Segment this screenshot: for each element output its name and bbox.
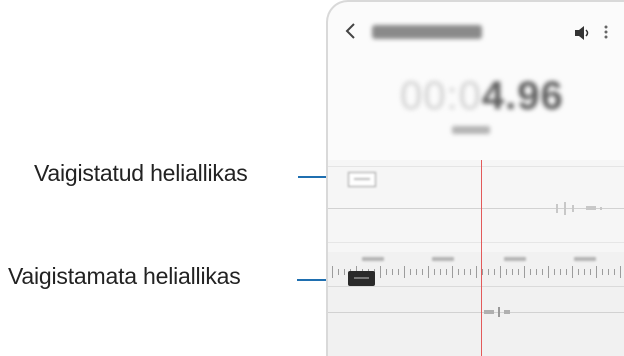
ruler-time-mark bbox=[574, 257, 596, 261]
ruler-tick bbox=[398, 269, 399, 275]
ruler-tick bbox=[464, 269, 465, 275]
ruler-time-mark bbox=[432, 257, 454, 261]
ruler-tick bbox=[584, 269, 585, 275]
ruler-tick bbox=[404, 266, 405, 278]
callout-muted-source: Vaigistatud heliallikas bbox=[34, 160, 248, 186]
ruler-tick bbox=[470, 269, 471, 275]
elapsed-subtime bbox=[452, 126, 490, 134]
ruler-tick bbox=[530, 269, 531, 275]
ruler-tick bbox=[542, 269, 543, 275]
ruler-tick bbox=[476, 266, 477, 278]
page-title bbox=[372, 25, 482, 39]
ruler-tick bbox=[488, 269, 489, 275]
ruler-tick bbox=[392, 269, 393, 275]
ruler-tick bbox=[536, 269, 537, 275]
unmuted-source-label[interactable] bbox=[348, 271, 375, 286]
ruler-time-mark bbox=[362, 257, 384, 261]
ruler-tick bbox=[434, 269, 435, 275]
track-line bbox=[328, 208, 624, 209]
ruler-tick bbox=[338, 269, 339, 275]
elapsed-time: 00:04.96 bbox=[400, 74, 564, 118]
ruler-tick bbox=[500, 266, 501, 278]
waveform-segment bbox=[564, 202, 566, 215]
playhead[interactable] bbox=[481, 160, 482, 356]
ruler-tick bbox=[332, 266, 333, 278]
waveform-segment bbox=[600, 207, 602, 210]
track-line bbox=[328, 242, 624, 243]
waveform-segment bbox=[504, 310, 510, 314]
ruler-tick bbox=[620, 266, 621, 278]
ruler-tick bbox=[548, 266, 549, 278]
ruler-tick bbox=[554, 269, 555, 275]
ruler-tick bbox=[506, 269, 507, 275]
phone-screen: 00:04.96 bbox=[326, 0, 624, 356]
waveform-segment bbox=[572, 205, 574, 212]
callout-unmuted-source: Vaigistamata heliallikas bbox=[8, 263, 241, 289]
track-line bbox=[328, 166, 624, 167]
ruler-tick bbox=[602, 269, 603, 275]
ruler-tick bbox=[524, 266, 525, 278]
ruler-tick bbox=[566, 269, 567, 275]
ruler-tick bbox=[578, 269, 579, 275]
track-line bbox=[328, 286, 624, 287]
ruler-tick bbox=[344, 269, 345, 275]
ruler-tick bbox=[614, 269, 615, 275]
ruler-tick bbox=[416, 269, 417, 275]
ruler-tick bbox=[428, 266, 429, 278]
more-vert-icon[interactable] bbox=[603, 24, 609, 43]
ruler-tick bbox=[386, 269, 387, 275]
speaker-icon[interactable] bbox=[574, 25, 590, 43]
ruler-tick bbox=[518, 269, 519, 275]
ruler-tick bbox=[446, 269, 447, 275]
ruler-tick bbox=[512, 269, 513, 275]
waveform-segment bbox=[498, 307, 500, 317]
ruler-tick bbox=[608, 269, 609, 275]
ruler-tick bbox=[494, 269, 495, 275]
back-chevron-icon[interactable] bbox=[344, 22, 358, 43]
ruler-tick bbox=[440, 269, 441, 275]
ruler-tick bbox=[458, 269, 459, 275]
ruler-time-mark bbox=[504, 257, 526, 261]
ruler-tick bbox=[380, 266, 381, 278]
ruler-tick bbox=[560, 269, 561, 275]
track-line bbox=[328, 312, 624, 313]
ruler-tick bbox=[590, 269, 591, 275]
ruler-tick bbox=[572, 266, 573, 278]
waveform-segment bbox=[586, 206, 596, 210]
ruler-tick bbox=[410, 269, 411, 275]
ruler-tick bbox=[422, 269, 423, 275]
muted-source-label[interactable] bbox=[348, 172, 376, 187]
ruler-tick bbox=[596, 266, 597, 278]
waveform-segment bbox=[556, 204, 558, 213]
ruler-tick bbox=[452, 266, 453, 278]
ruler-tick bbox=[482, 269, 483, 275]
waveform-segment bbox=[484, 310, 494, 314]
